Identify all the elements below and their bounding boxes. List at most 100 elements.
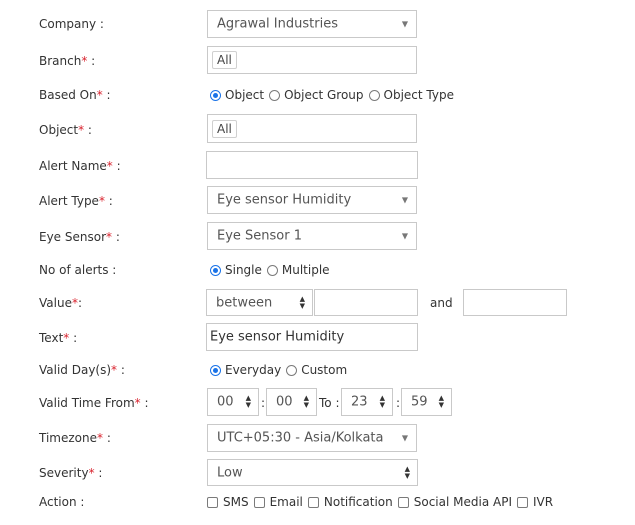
option-label: Object Group xyxy=(284,88,364,102)
timezone-select[interactable]: UTC+05:30 - Asia/Kolkata ▼ xyxy=(207,424,417,452)
company-label: Company : xyxy=(39,17,104,31)
checkbox-icon[interactable] xyxy=(516,496,528,508)
option-label: Object xyxy=(225,88,265,102)
label-colon: : xyxy=(102,88,111,102)
severity-value: Low xyxy=(217,465,243,480)
text-label-text: Text xyxy=(39,331,64,345)
value-operator-select[interactable]: between ▲ ▼ xyxy=(206,289,313,316)
option-label: Object Type xyxy=(383,88,454,102)
updown-arrows-icon: ▲ ▼ xyxy=(379,394,385,409)
radio-icon[interactable] xyxy=(286,364,298,376)
time-to-label: To : xyxy=(319,396,340,410)
eye-sensor-label-text: Eye Sensor xyxy=(39,230,107,244)
time-from-minute-select[interactable]: 00 ▲ ▼ xyxy=(266,388,317,416)
value-and-label: and xyxy=(430,296,453,310)
action-checkbox-group: SMS Email Notification Social Media API … xyxy=(207,495,558,509)
based-on-option-object-group[interactable]: Object Group xyxy=(269,88,364,102)
based-on-label-text: Based On xyxy=(39,88,97,102)
alert-type-label: Alert Type* : xyxy=(39,194,113,208)
option-label: Notification xyxy=(323,495,393,509)
label-colon: : xyxy=(112,230,120,244)
severity-label-text: Severity xyxy=(39,466,89,480)
company-select[interactable]: Agrawal Industries ▼ xyxy=(207,10,417,38)
valid-days-radio-group: Everyday Custom xyxy=(210,363,352,377)
timezone-value: UTC+05:30 - Asia/Kolkata xyxy=(217,430,384,446)
branch-label: Branch* : xyxy=(39,54,95,68)
action-option-notification[interactable]: Notification xyxy=(307,495,393,509)
value-max-input[interactable] xyxy=(463,289,567,316)
chevron-down-icon: ▼ xyxy=(401,433,408,443)
no-of-alerts-option-single[interactable]: Single xyxy=(210,263,262,277)
text-label: Text* : xyxy=(39,331,77,345)
valid-time-label-text: Valid Time From xyxy=(39,396,135,410)
valid-days-option-everyday[interactable]: Everyday xyxy=(210,363,281,377)
updown-arrows-icon: ▲ ▼ xyxy=(245,394,251,409)
object-label-text: Object xyxy=(39,123,79,137)
label-colon: : xyxy=(94,466,103,480)
radio-icon[interactable] xyxy=(269,89,281,101)
option-label: Everyday xyxy=(225,363,282,377)
time-colon: : xyxy=(261,396,266,410)
text-input-value: Eye sensor Humidity xyxy=(210,329,345,345)
value-min-input[interactable] xyxy=(314,289,418,316)
radio-icon[interactable] xyxy=(266,264,278,276)
valid-time-label: Valid Time From* : xyxy=(39,396,149,410)
eye-sensor-value: Eye Sensor 1 xyxy=(217,228,303,244)
alert-type-value: Eye sensor Humidity xyxy=(217,192,352,208)
label-colon: : xyxy=(112,159,121,173)
time-from-hour-value: 00 xyxy=(217,394,234,410)
label-colon: : xyxy=(69,331,78,345)
label-colon: : xyxy=(77,296,82,310)
company-label-text: Company : xyxy=(39,17,104,31)
time-to-minute-select[interactable]: 59 ▲ ▼ xyxy=(401,388,452,416)
based-on-option-object[interactable]: Object xyxy=(210,88,264,102)
branch-label-text: Branch xyxy=(39,54,82,68)
alert-name-input[interactable] xyxy=(206,151,418,179)
time-from-hour-select[interactable]: 00 ▲ ▼ xyxy=(207,388,259,416)
branch-multiselect[interactable]: All xyxy=(207,46,417,74)
alert-type-select[interactable]: Eye sensor Humidity ▼ xyxy=(207,186,417,214)
alert-name-label-text: Alert Name xyxy=(39,159,107,173)
radio-icon[interactable] xyxy=(210,364,221,376)
time-to-minute-value: 59 xyxy=(411,394,428,410)
radio-icon[interactable] xyxy=(368,89,380,101)
text-input[interactable]: Eye sensor Humidity xyxy=(206,323,418,351)
based-on-radio-group: Object Object Group Object Type xyxy=(210,88,459,102)
object-multiselect[interactable]: All xyxy=(207,114,417,143)
no-of-alerts-option-multiple[interactable]: Multiple xyxy=(266,263,330,277)
radio-icon[interactable] xyxy=(210,89,221,101)
checkbox-icon[interactable] xyxy=(397,496,409,508)
label-colon: : xyxy=(84,123,92,137)
checkbox-icon[interactable] xyxy=(307,496,319,508)
valid-days-label-text: Valid Day(s) xyxy=(39,363,112,377)
action-option-social-media-api[interactable]: Social Media API xyxy=(397,495,512,509)
company-value: Agrawal Industries xyxy=(217,16,338,32)
option-label: Social Media API xyxy=(413,495,512,509)
object-tag-all[interactable]: All xyxy=(212,119,237,138)
based-on-option-object-type[interactable]: Object Type xyxy=(368,88,454,102)
checkbox-icon[interactable] xyxy=(207,496,218,508)
severity-label: Severity* : xyxy=(39,466,102,480)
alert-type-label-text: Alert Type xyxy=(39,194,99,208)
updown-arrows-icon: ▲ ▼ xyxy=(438,394,444,409)
chevron-down-icon: ▼ xyxy=(401,231,408,241)
time-from-minute-value: 00 xyxy=(276,394,293,410)
radio-icon[interactable] xyxy=(210,264,221,276)
option-label: Custom xyxy=(301,363,348,377)
label-colon: : xyxy=(117,363,125,377)
severity-select[interactable]: Low ▲ ▼ xyxy=(207,459,418,486)
eye-sensor-select[interactable]: Eye Sensor 1 ▼ xyxy=(207,222,417,250)
branch-tag-all[interactable]: All xyxy=(212,51,237,69)
alert-name-label: Alert Name* : xyxy=(39,159,121,173)
label-colon: : xyxy=(104,194,113,208)
no-of-alerts-label-text: No of alerts : xyxy=(39,263,117,277)
checkbox-icon[interactable] xyxy=(253,496,265,508)
time-to-hour-select[interactable]: 23 ▲ ▼ xyxy=(341,388,393,416)
valid-days-option-custom[interactable]: Custom xyxy=(286,363,347,377)
option-label: IVR xyxy=(532,495,554,509)
action-option-ivr[interactable]: IVR xyxy=(516,495,554,509)
option-label: Single xyxy=(225,263,262,277)
action-option-sms[interactable]: SMS xyxy=(207,495,249,509)
value-operator-value: between xyxy=(216,295,273,310)
action-option-email[interactable]: Email xyxy=(253,495,303,509)
